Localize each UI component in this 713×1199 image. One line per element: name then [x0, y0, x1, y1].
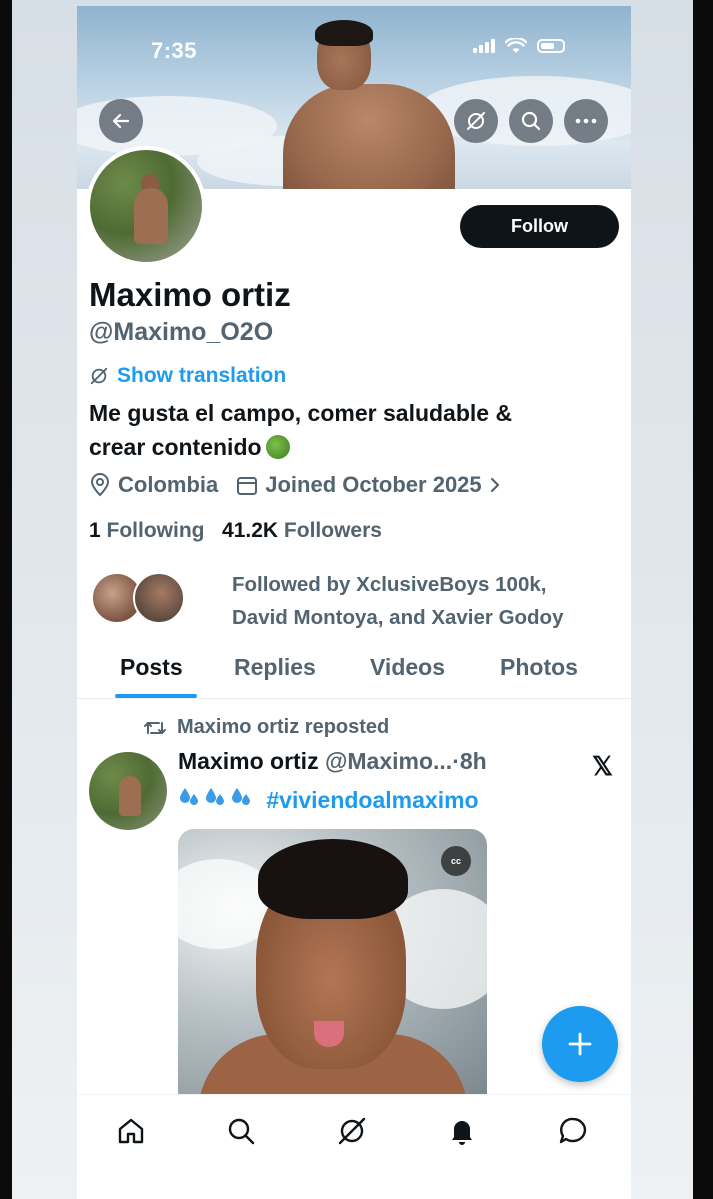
calendar-icon [237, 477, 258, 495]
bio-line: Me gusta el campo, comer saludable & [89, 400, 513, 426]
location-item: Colombia [89, 472, 218, 498]
grok-icon [338, 1117, 366, 1145]
captions-label: cc [450, 856, 461, 866]
followed-by-text[interactable]: Followed by XclusiveBoys 100k, David Mon… [232, 568, 622, 634]
banner-person-hair [315, 20, 373, 46]
joined-text: Joined October 2025 [265, 472, 482, 497]
status-time: 7:35 [151, 38, 198, 63]
followed-by-line: David Montoya, and Xavier Godoy [232, 606, 564, 629]
nav-home[interactable] [113, 1113, 149, 1149]
compose-button[interactable] [542, 1006, 618, 1082]
grok-button[interactable] [454, 99, 498, 143]
phone-screen: 7:35 Follow Maximo ortiz @Maximo_O2O Sho… [77, 6, 631, 1199]
left-gutter [0, 0, 12, 1199]
video-person-hair [258, 839, 408, 919]
show-translation-link[interactable]: Show translation [89, 364, 286, 388]
repost-icon [144, 721, 166, 734]
more-button[interactable] [564, 99, 608, 143]
arrow-left-icon [112, 113, 130, 129]
wifi-icon [505, 38, 527, 53]
sweat-droplets-emoji-icon [178, 786, 252, 808]
profile-avatar[interactable] [86, 146, 206, 266]
tab-posts[interactable]: Posts [120, 654, 183, 681]
profile-meta: Colombia Joined October 2025 [89, 472, 519, 498]
tree-emoji-icon [265, 435, 290, 459]
video-person-tongue [314, 1021, 344, 1047]
avatar-figure [134, 188, 168, 244]
followed-by-avatars[interactable] [91, 572, 187, 628]
avatar-figure [119, 776, 141, 816]
follow-button[interactable]: Follow [460, 205, 619, 248]
search-icon [521, 111, 541, 131]
profile-bio: Me gusta el campo, comer saludable & cre… [89, 396, 609, 464]
grok-icon [90, 367, 108, 385]
chevron-right-icon [490, 477, 499, 493]
post-author-handle[interactable]: @Maximo... [325, 748, 452, 774]
post-text: #viviendoalmaximo [178, 786, 479, 814]
followed-by-line: Followed by XclusiveBoys 100k, [232, 573, 547, 596]
joined-item[interactable]: Joined October 2025 [236, 472, 500, 498]
bell-icon [452, 1121, 472, 1145]
nav-grok[interactable] [334, 1113, 370, 1149]
captions-button[interactable]: cc [441, 846, 471, 876]
post-header: Maximo ortiz @Maximo...·8h [178, 748, 487, 775]
active-tab-indicator [115, 694, 197, 698]
post-hashtag[interactable]: #viviendoalmaximo [266, 787, 478, 813]
home-icon [118, 1118, 144, 1144]
nav-messages[interactable] [555, 1113, 591, 1149]
repost-label: Maximo ortiz reposted [177, 716, 390, 738]
battery-icon [537, 39, 565, 53]
post-video[interactable]: cc [178, 829, 487, 1099]
back-button[interactable] [99, 99, 143, 143]
more-horizontal-icon [575, 118, 597, 124]
bio-line: crear contenido [89, 434, 262, 460]
profile-handle: @Maximo_O2O [89, 318, 274, 346]
profile-name: Maximo ortiz [89, 276, 291, 313]
messages-icon [559, 1117, 587, 1144]
repost-indicator: Maximo ortiz reposted [143, 716, 389, 739]
followers-link[interactable]: 41.2K Followers [222, 519, 382, 542]
location-pin-icon [90, 473, 110, 497]
followers-label: Followers [283, 519, 382, 542]
tab-replies[interactable]: Replies [234, 654, 316, 681]
search-icon [228, 1118, 255, 1145]
follow-counts: 1 Following 41.2K Followers [89, 519, 382, 543]
following-count: 1 [89, 519, 101, 542]
bio-line-2: crear contenido [89, 430, 609, 464]
search-button[interactable] [509, 99, 553, 143]
follower-avatar [133, 572, 185, 624]
signal-icon [473, 39, 495, 53]
tab-videos[interactable]: Videos [370, 654, 445, 681]
bottom-navigation [77, 1094, 631, 1199]
nav-search[interactable] [223, 1113, 259, 1149]
plus-icon [568, 1032, 592, 1056]
post-time: ·8h [452, 748, 487, 774]
tab-photos[interactable]: Photos [500, 654, 578, 681]
status-icons [473, 38, 565, 54]
location-text: Colombia [118, 472, 219, 497]
nav-notifications[interactable] [444, 1113, 480, 1149]
x-logo-icon: 𝕏 [592, 751, 613, 781]
right-gutter [693, 0, 713, 1199]
banner-person [283, 84, 455, 189]
post-author-name[interactable]: Maximo ortiz [178, 748, 319, 774]
post-author-avatar[interactable] [89, 752, 167, 830]
show-translation-label: Show translation [117, 364, 287, 387]
grok-icon [467, 112, 485, 130]
profile-tabs: Posts Replies Videos Photos [77, 646, 631, 699]
following-link[interactable]: 1 Following [89, 519, 205, 542]
following-label: Following [106, 519, 205, 542]
followers-count: 41.2K [222, 519, 279, 542]
